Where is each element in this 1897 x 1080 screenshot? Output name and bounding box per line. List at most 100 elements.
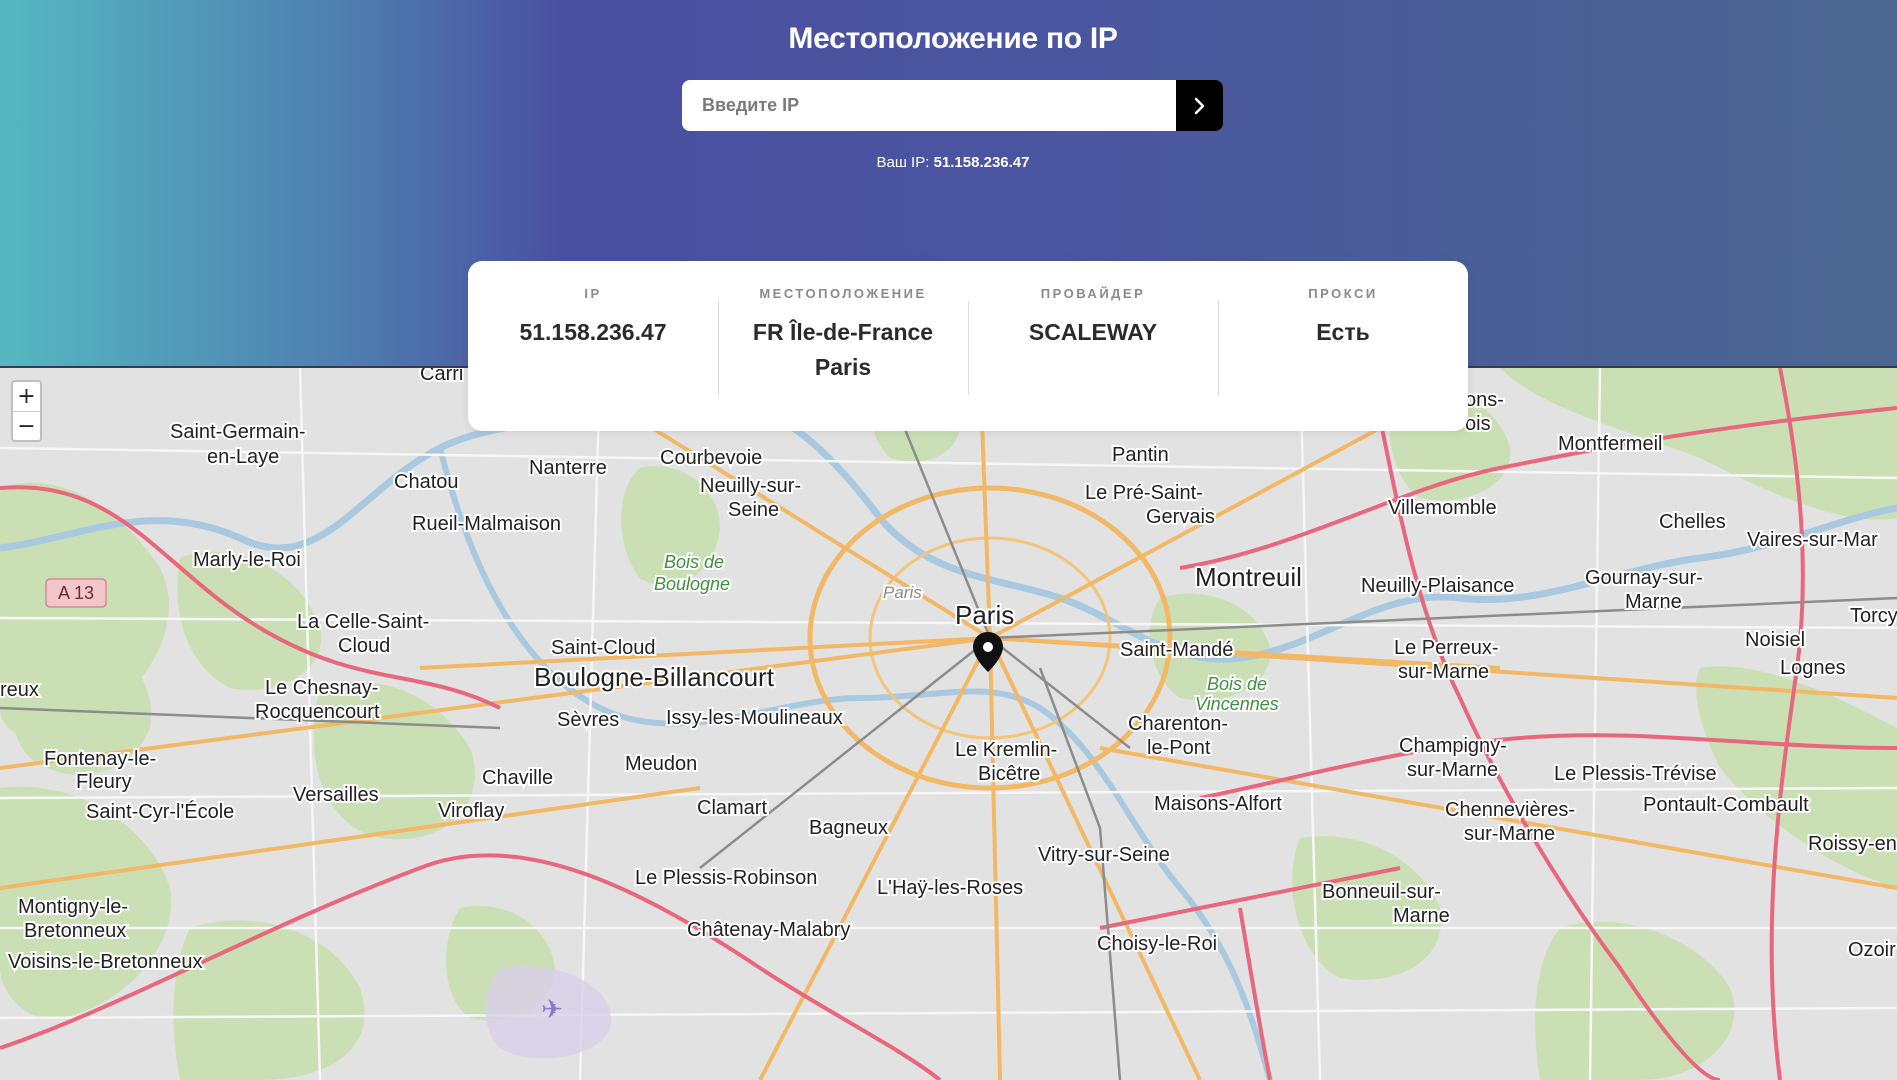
your-ip-label: Ваш IP: — [876, 154, 930, 171]
map-label: Rocquencourt — [255, 701, 380, 723]
map-label: Le Chesnay- — [265, 677, 378, 699]
chevron-right-icon — [1194, 97, 1204, 114]
map-label: Vaires-sur-Mar — [1747, 529, 1878, 551]
map-label: Châtenay-Malabry — [687, 919, 850, 941]
map-label: Maisons-Alfort — [1154, 793, 1282, 815]
map-label: Bagneux — [809, 817, 888, 839]
map-label: La Celle-Saint- — [297, 611, 429, 633]
map-label: Bonneuil-sur- — [1322, 881, 1441, 903]
map-label: Chaville — [482, 767, 553, 789]
map-label: Roissy-en — [1808, 833, 1897, 855]
map-label: ons- — [1465, 389, 1504, 411]
map-label: Neuilly-Plaisance — [1361, 575, 1514, 597]
map-label: Bretonneux — [24, 920, 126, 942]
map-label: sur-Marne — [1398, 661, 1489, 683]
map-label: Versailles — [293, 784, 379, 806]
map-label: Montreuil — [1195, 562, 1302, 592]
search-submit-button[interactable] — [1176, 80, 1223, 131]
map-zoom-control: + − — [11, 380, 42, 442]
zoom-out-button[interactable]: − — [13, 411, 40, 440]
your-ip-value: 51.158.236.47 — [933, 154, 1030, 171]
map-tiles: ✈ Saint-Germain- en-Laye Chatou Nanterre… — [0, 368, 1897, 1080]
map-label: Le Plessis-Robinson — [635, 867, 817, 889]
map-label: Paris — [883, 583, 922, 602]
map-label: Bois de — [1207, 674, 1267, 694]
map-label: Sèvres — [557, 709, 619, 731]
location-marker-icon[interactable] — [970, 630, 1006, 679]
map-label: Seine — [728, 499, 779, 521]
ip-info-card: IP 51.158.236.47 МЕСТОПОЛОЖЕНИЕ FR Île-d… — [468, 261, 1468, 431]
your-ip-text: Ваш IP: 51.158.236.47 — [0, 154, 1897, 171]
map-label: Chennevières- — [1445, 799, 1575, 821]
map-label: Rueil-Malmaison — [412, 513, 561, 535]
ip-search-input[interactable] — [682, 80, 1176, 131]
map-label: Chatou — [394, 471, 459, 493]
map-label: Saint-Mandé — [1120, 639, 1233, 661]
map-label: Torcy — [1850, 605, 1897, 627]
map-label: le-Pont — [1147, 737, 1211, 759]
map-label: Fontenay-le- — [44, 748, 156, 770]
map-label: Lognes — [1780, 657, 1846, 679]
map-label: Cloud — [338, 635, 390, 657]
info-ip: IP 51.158.236.47 — [468, 281, 718, 411]
map-label: Montfermeil — [1558, 433, 1662, 455]
map-label: reux — [0, 679, 39, 701]
map-label: Villemomble — [1388, 497, 1497, 519]
map-label: Champigny- — [1399, 735, 1507, 757]
map-label: Issy-les-Moulineaux — [666, 707, 843, 729]
info-provider-value: SCALEWAY — [1028, 319, 1158, 345]
info-ip-value: 51.158.236.47 — [519, 319, 667, 345]
map-label: Carri — [420, 368, 463, 385]
info-location: МЕСТОПОЛОЖЕНИЕ FR Île-de-France Paris — [718, 281, 968, 411]
map-label: Chelles — [1659, 511, 1726, 533]
map-label: Vitry-sur-Seine — [1038, 844, 1170, 866]
map-label: Le Pré-Saint- — [1085, 482, 1203, 504]
map-label: Marne — [1393, 905, 1450, 927]
map-label: Pontault-Combault — [1643, 794, 1809, 816]
zoom-in-button[interactable]: + — [13, 382, 40, 411]
map-label: Charenton- — [1128, 713, 1228, 735]
map-label: Courbevoie — [660, 447, 762, 469]
map-label: Clamart — [697, 797, 767, 819]
ip-search-form — [682, 80, 1223, 131]
map-label: L'Haÿ-les-Roses — [877, 877, 1023, 899]
map-label: Saint-Cyr-l'École — [86, 800, 234, 823]
info-location-value: FR Île-de-France Paris — [752, 319, 934, 380]
map-label: Le Kremlin- — [955, 739, 1057, 761]
map-label: Saint-Germain- — [170, 421, 306, 443]
map-label: Gournay-sur- — [1585, 567, 1703, 589]
map-label: Le Perreux- — [1394, 637, 1499, 659]
map-label: Voisins-le-Bretonneux — [8, 951, 203, 973]
map-label: Pantin — [1112, 444, 1169, 466]
info-provider: ПРОВАЙДЕР SCALEWAY — [968, 281, 1218, 411]
info-proxy: ПРОКСИ Есть — [1218, 281, 1468, 411]
info-proxy-value: Есть — [1316, 319, 1370, 345]
map-label: ois — [1465, 413, 1491, 435]
map-label: Gervais — [1146, 506, 1215, 528]
map-label: Fleury — [76, 771, 132, 793]
map-label: Vincennes — [1195, 694, 1279, 714]
map-label: sur-Marne — [1464, 823, 1555, 845]
map-label: sur-Marne — [1407, 759, 1498, 781]
map-label: Nanterre — [529, 457, 607, 479]
map-label: Boulogne — [654, 574, 730, 594]
map-label: Noisiel — [1745, 629, 1805, 651]
map-label: Boulogne-Billancourt — [534, 662, 775, 692]
map-label: Saint-Cloud — [551, 637, 656, 659]
info-location-label: МЕСТОПОЛОЖЕНИЕ — [759, 286, 927, 301]
map-label: Ozoir — [1848, 939, 1896, 961]
info-ip-label: IP — [584, 286, 602, 301]
map-label: A 13 — [58, 583, 94, 603]
map-label: Paris — [955, 600, 1014, 630]
map-label: Viroflay — [438, 800, 504, 822]
svg-text:✈: ✈ — [541, 995, 563, 1025]
info-provider-label: ПРОВАЙДЕР — [1040, 286, 1146, 301]
map-label: Meudon — [625, 753, 697, 775]
map-label: Le Plessis-Trévise — [1554, 763, 1717, 785]
info-proxy-label: ПРОКСИ — [1308, 286, 1378, 301]
map-label: Montigny-le- — [18, 896, 128, 918]
map-label: Neuilly-sur- — [700, 475, 801, 497]
map-label: Bicêtre — [978, 763, 1040, 785]
map-label: Choisy-le-Roi — [1097, 933, 1217, 955]
map-view[interactable]: ✈ Saint-Germain- en-Laye Chatou Nanterre… — [0, 368, 1897, 1080]
